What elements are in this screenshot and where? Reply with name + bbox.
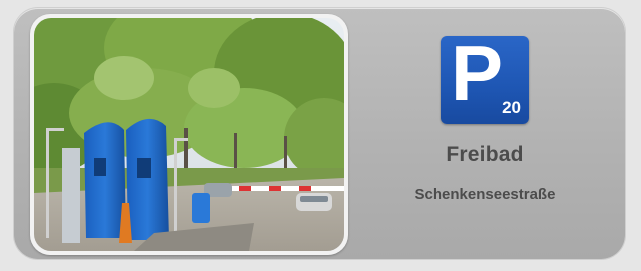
parking-sign-icon: P 20: [441, 29, 529, 124]
parking-lot-photo: [34, 18, 344, 251]
photo-frame: [30, 14, 348, 255]
parking-street: Schenkenseestraße: [414, 186, 556, 203]
parking-sign-letter: P: [451, 29, 504, 117]
parking-card[interactable]: P 20 Freibad Schenkenseestraße: [14, 8, 625, 259]
parking-info: P 20 Freibad Schenkenseestraße: [370, 8, 600, 259]
parking-sign-number: 20: [502, 98, 521, 117]
parking-name: Freibad: [446, 143, 524, 166]
